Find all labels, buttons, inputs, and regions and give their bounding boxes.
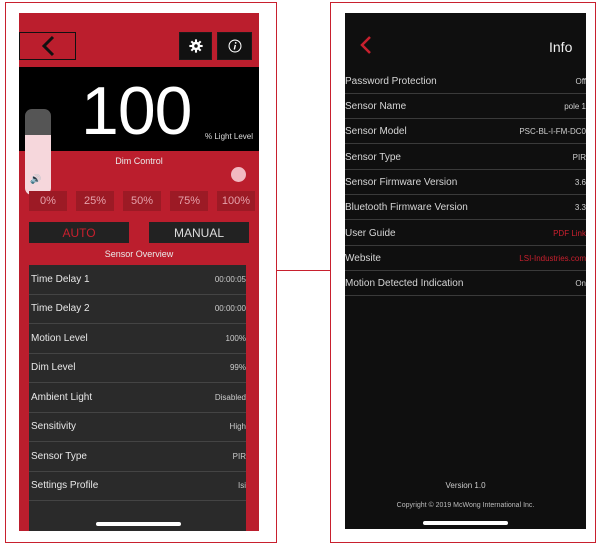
- app-version: Version 1.0: [445, 481, 486, 490]
- overview-row-time-delay-1[interactable]: Time Delay 1 00:00:05: [29, 265, 246, 295]
- copyright-text: Copyright © 2019 McWong International In…: [396, 502, 535, 509]
- info-screen: Info Password Protection Off Sensor Name…: [345, 13, 586, 529]
- info-icon: [228, 39, 241, 53]
- info-row-user-guide[interactable]: User Guide PDF Link: [345, 221, 586, 246]
- row-label: Settings Profile: [31, 480, 99, 492]
- row-value: pole 1: [564, 101, 586, 111]
- overview-row-dim-level[interactable]: Dim Level 99%: [29, 354, 246, 383]
- home-indicator[interactable]: [96, 522, 181, 526]
- overview-row-sensitivity[interactable]: Sensitivity High: [29, 413, 246, 442]
- website-link[interactable]: LSI-Industries.com: [519, 254, 586, 263]
- dim-control-label: Dim Control: [115, 156, 163, 166]
- settings-button[interactable]: [179, 32, 212, 60]
- info-row-motion-indication[interactable]: Motion Detected Indication On: [345, 271, 586, 296]
- row-value: Off: [575, 76, 586, 86]
- connector-line: [277, 270, 330, 271]
- dim-0-button[interactable]: 0%: [29, 191, 67, 211]
- info-button[interactable]: [217, 32, 252, 60]
- row-label: Time Delay 1: [31, 273, 90, 285]
- row-label: Sensor Model: [345, 125, 407, 137]
- row-label: Sensitivity: [31, 421, 77, 433]
- dim-50-button[interactable]: 50%: [123, 191, 161, 211]
- row-value: 00:00:00: [214, 304, 246, 314]
- chevron-left-icon: [360, 36, 371, 54]
- row-value: 00:00:05: [214, 274, 246, 284]
- page-title: Info: [549, 39, 573, 55]
- chevron-left-icon: [41, 35, 54, 57]
- brightness-slider[interactable]: 🔊: [25, 109, 51, 195]
- light-level-value: 100: [81, 73, 192, 149]
- row-label: Sensor Type: [345, 151, 401, 163]
- row-label: Motion Detected Indication: [345, 277, 464, 289]
- speaker-icon: 🔊: [30, 174, 42, 184]
- row-label: Sensor Name: [345, 100, 407, 112]
- row-value: PIR: [232, 451, 246, 461]
- row-value: 3.6: [574, 177, 586, 187]
- sensor-control-screen: 100 % Light Level 🔊 Dim Control 0% 25% 5…: [19, 13, 259, 531]
- user-guide-link[interactable]: PDF Link: [553, 229, 586, 238]
- row-value: 100%: [225, 333, 246, 343]
- info-row-website[interactable]: Website LSI-Industries.com: [345, 246, 586, 271]
- sensor-overview-label: Sensor Overview: [104, 249, 174, 259]
- row-label: Website: [345, 252, 381, 264]
- info-row-bluetooth-firmware[interactable]: Bluetooth Firmware Version 3.3: [345, 195, 586, 220]
- overview-row-sensor-type[interactable]: Sensor Type PIR: [29, 442, 246, 472]
- row-label: Sensor Firmware Version: [345, 176, 458, 188]
- overview-row-motion-level[interactable]: Motion Level 100%: [29, 324, 246, 354]
- info-row-sensor-model[interactable]: Sensor Model PSC-BL-I-FM-DC0: [345, 119, 586, 144]
- light-level-unit: % Light Level: [205, 132, 254, 141]
- info-row-sensor-firmware[interactable]: Sensor Firmware Version 3.6: [345, 170, 586, 195]
- info-row-password-protection[interactable]: Password Protection Off: [345, 69, 586, 94]
- dim-25-button[interactable]: 25%: [76, 191, 114, 211]
- auto-mode-button[interactable]: AUTO: [29, 222, 129, 243]
- info-row-sensor-type[interactable]: Sensor Type PIR: [345, 145, 586, 170]
- overview-row-ambient-light[interactable]: Ambient Light Disabled: [29, 383, 246, 413]
- row-value: PSC-BL-I-FM-DC0: [519, 126, 586, 136]
- row-label: Motion Level: [31, 332, 88, 344]
- row-value: High: [229, 422, 246, 432]
- row-value: PIR: [572, 152, 586, 162]
- row-value: On: [575, 278, 586, 288]
- back-button[interactable]: [359, 35, 379, 59]
- row-label: Bluetooth Firmware Version: [345, 201, 468, 213]
- manual-mode-button[interactable]: MANUAL: [149, 222, 249, 243]
- overview-row-time-delay-2[interactable]: Time Delay 2 00:00:00: [29, 295, 246, 324]
- row-label: Sensor Type: [31, 450, 87, 462]
- sensor-overview-list: Time Delay 1 00:00:05 Time Delay 2 00:00…: [29, 265, 246, 531]
- overview-row-settings-profile[interactable]: Settings Profile Isi: [29, 472, 246, 501]
- light-level-display: 100 % Light Level: [19, 67, 259, 151]
- row-value: Disabled: [214, 392, 246, 402]
- row-label: Dim Level: [31, 362, 76, 374]
- row-label: Password Protection: [345, 75, 437, 87]
- gear-icon: [188, 39, 203, 53]
- row-label: Time Delay 2: [31, 303, 90, 315]
- back-button[interactable]: [19, 32, 76, 60]
- row-label: User Guide: [345, 227, 396, 239]
- dim-percent-buttons: 0% 25% 50% 75% 100%: [29, 191, 255, 211]
- row-value: 99%: [229, 363, 246, 373]
- row-label: Ambient Light: [31, 391, 93, 403]
- row-value: 3.3: [574, 202, 586, 212]
- dim-75-button[interactable]: 75%: [170, 191, 208, 211]
- dim-control-toggle[interactable]: [231, 167, 246, 182]
- home-indicator[interactable]: [423, 521, 508, 525]
- dim-100-button[interactable]: 100%: [217, 191, 255, 211]
- info-row-sensor-name[interactable]: Sensor Name pole 1: [345, 94, 586, 119]
- row-value: Isi: [238, 481, 246, 491]
